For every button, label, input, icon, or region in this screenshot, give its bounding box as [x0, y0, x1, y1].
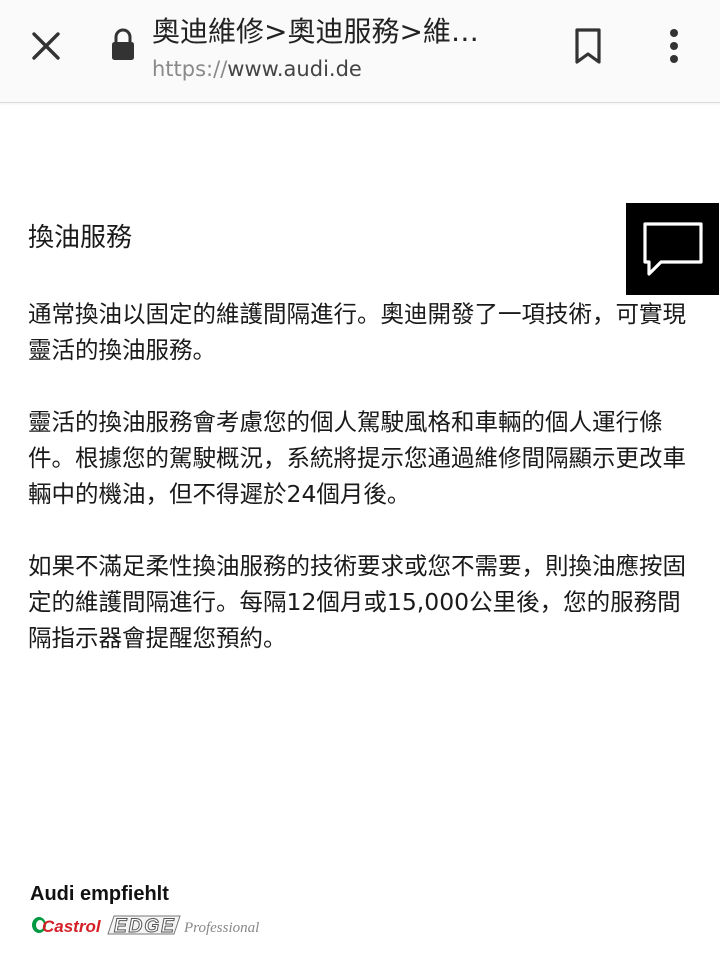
article-paragraph-3: 如果不滿足柔性換油服務的技術要求或您不需要，則換油應按固定的維護間隔進行。每隔1…	[28, 552, 686, 652]
more-vert-icon	[670, 29, 678, 63]
page-title[interactable]: 奧迪維修>奧迪服務>維…	[152, 12, 532, 52]
article-paragraph-2: 靈活的換油服務會考慮您的個人駕駛風格和車輛的個人運行條件。根據您的駕駛概況，系統…	[28, 408, 686, 508]
article-heading: 換油服務	[28, 223, 133, 253]
lock-icon	[112, 28, 134, 60]
bookmark-icon	[575, 28, 601, 64]
url-display[interactable]: https://www.audi.de	[152, 54, 362, 84]
recommendation-banner[interactable]: Audi empfiehlt Castrol EDGE Professional	[30, 880, 350, 940]
bookmark-button[interactable]	[566, 22, 610, 70]
logo-tag-text: Professional	[183, 920, 259, 936]
logo-product-text: EDGE	[114, 916, 176, 937]
browser-toolbar: 奧迪維修>奧迪服務>維… https://www.audi.de	[0, 0, 720, 103]
article: 換油服務 通常換油以固定的維護間隔進行。奧迪開發了一項技術，可實現靈活的換油服務…	[28, 212, 688, 692]
url-host: www.audi.de	[227, 57, 362, 81]
close-button[interactable]	[20, 24, 72, 68]
url-scheme: https://	[152, 57, 228, 81]
castrol-logo-graphic: Castrol EDGE Professional	[32, 915, 259, 938]
close-icon	[32, 32, 60, 60]
article-paragraph-1: 通常換油以固定的維護間隔進行。奧迪開發了一項技術，可實現靈活的換油服務。	[28, 300, 686, 364]
logo-brand-text: Castrol	[42, 917, 102, 936]
recommend-label: Audi empfiehlt	[30, 883, 169, 905]
castrol-edge-logo[interactable]: Castrol EDGE Professional	[30, 910, 350, 940]
more-menu-button[interactable]	[654, 22, 694, 70]
